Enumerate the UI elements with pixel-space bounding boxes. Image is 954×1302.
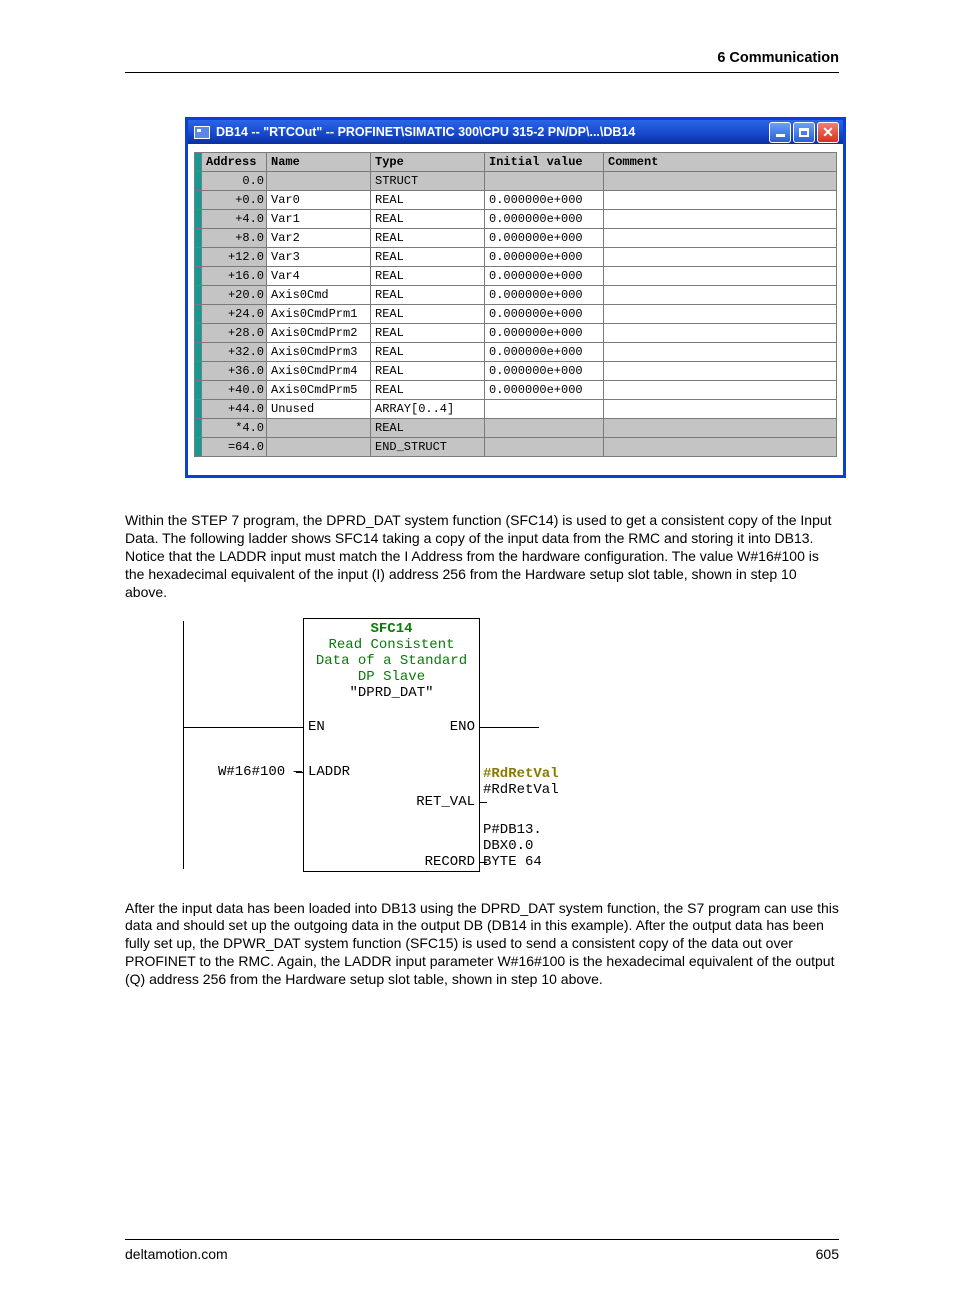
sfc14-block: SFC14 Read Consistent Data of a Standard… bbox=[303, 618, 480, 872]
laddr-tick bbox=[296, 772, 304, 773]
table-row[interactable]: +24.0Axis0CmdPrm1REAL0.000000e+000 bbox=[195, 305, 837, 324]
table-row[interactable]: +40.0Axis0CmdPrm5REAL0.000000e+000 bbox=[195, 381, 837, 400]
page-header: 6 Communication bbox=[125, 50, 839, 73]
record-port: RECORD bbox=[425, 854, 475, 870]
retval-output: #RdRetVal #RdRetVal bbox=[479, 766, 559, 798]
table-row[interactable]: +0.0Var0REAL0.000000e+000 bbox=[195, 191, 837, 210]
maximize-icon bbox=[799, 128, 809, 137]
block-sub3: DP Slave bbox=[304, 669, 479, 685]
table-row[interactable]: +4.0Var1REAL0.000000e+000 bbox=[195, 210, 837, 229]
retval-tick bbox=[479, 802, 487, 803]
footer-left: deltamotion.com bbox=[125, 1246, 228, 1262]
app-icon bbox=[194, 126, 210, 139]
titlebar: DB14 -- "RTCOut" -- PROFINET\SIMATIC 300… bbox=[188, 120, 843, 144]
table-row[interactable]: +20.0Axis0CmdREAL0.000000e+000 bbox=[195, 286, 837, 305]
en-wire bbox=[184, 727, 304, 728]
table-row[interactable]: +8.0Var2REAL0.000000e+000 bbox=[195, 229, 837, 248]
footer-right: 605 bbox=[816, 1246, 839, 1262]
minimize-button[interactable] bbox=[769, 122, 791, 143]
laddr-port: LADDR bbox=[308, 764, 350, 780]
table-row[interactable]: +36.0Axis0CmdPrm4REAL0.000000e+000 bbox=[195, 362, 837, 381]
block-name: "DPRD_DAT" bbox=[304, 685, 479, 701]
record-output: P#DB13. DBX0.0 BYTE 64 bbox=[479, 822, 542, 870]
col-address: Address bbox=[202, 153, 267, 172]
page-footer: deltamotion.com 605 bbox=[125, 1239, 839, 1262]
col-comment: Comment bbox=[604, 153, 837, 172]
paragraph-1: Within the STEP 7 program, the DPRD_DAT … bbox=[125, 512, 839, 602]
col-type: Type bbox=[371, 153, 485, 172]
block-id: SFC14 bbox=[304, 621, 479, 637]
block-sub2: Data of a Standard bbox=[304, 653, 479, 669]
minimize-icon bbox=[776, 134, 785, 137]
close-icon: ✕ bbox=[822, 125, 834, 139]
maximize-button[interactable] bbox=[793, 122, 815, 143]
ladder-diagram: SFC14 Read Consistent Data of a Standard… bbox=[183, 618, 603, 872]
window-title: DB14 -- "RTCOut" -- PROFINET\SIMATIC 300… bbox=[216, 125, 769, 139]
section-title: 6 Communication bbox=[717, 50, 839, 66]
table-row[interactable]: =64.0END_STRUCT bbox=[195, 438, 837, 457]
en-port: EN bbox=[308, 719, 325, 735]
retval-port: RET_VAL bbox=[416, 794, 475, 810]
table-row[interactable]: +28.0Axis0CmdPrm2REAL0.000000e+000 bbox=[195, 324, 837, 343]
col-initial: Initial value bbox=[485, 153, 604, 172]
block-sub1: Read Consistent bbox=[304, 637, 479, 653]
table-row[interactable]: +44.0UnusedARRAY[0..4] bbox=[195, 400, 837, 419]
eno-wire bbox=[479, 727, 539, 728]
table-row[interactable]: +32.0Axis0CmdPrm3REAL0.000000e+000 bbox=[195, 343, 837, 362]
close-button[interactable]: ✕ bbox=[817, 122, 839, 143]
db-table: Address Name Type Initial value Comment … bbox=[194, 152, 837, 457]
table-row[interactable]: +12.0Var3REAL0.000000e+000 bbox=[195, 248, 837, 267]
eno-port: ENO bbox=[450, 719, 475, 735]
table-row[interactable]: *4.0REAL bbox=[195, 419, 837, 438]
left-rail bbox=[183, 621, 184, 869]
table-header-row: Address Name Type Initial value Comment bbox=[195, 153, 837, 172]
table-row[interactable]: +16.0Var4REAL0.000000e+000 bbox=[195, 267, 837, 286]
table-row[interactable]: 0.0STRUCT bbox=[195, 172, 837, 191]
col-name: Name bbox=[267, 153, 371, 172]
paragraph-2: After the input data has been loaded int… bbox=[125, 900, 839, 990]
db-editor-window: DB14 -- "RTCOut" -- PROFINET\SIMATIC 300… bbox=[185, 117, 846, 478]
laddr-value: W#16#100 — bbox=[218, 764, 304, 780]
